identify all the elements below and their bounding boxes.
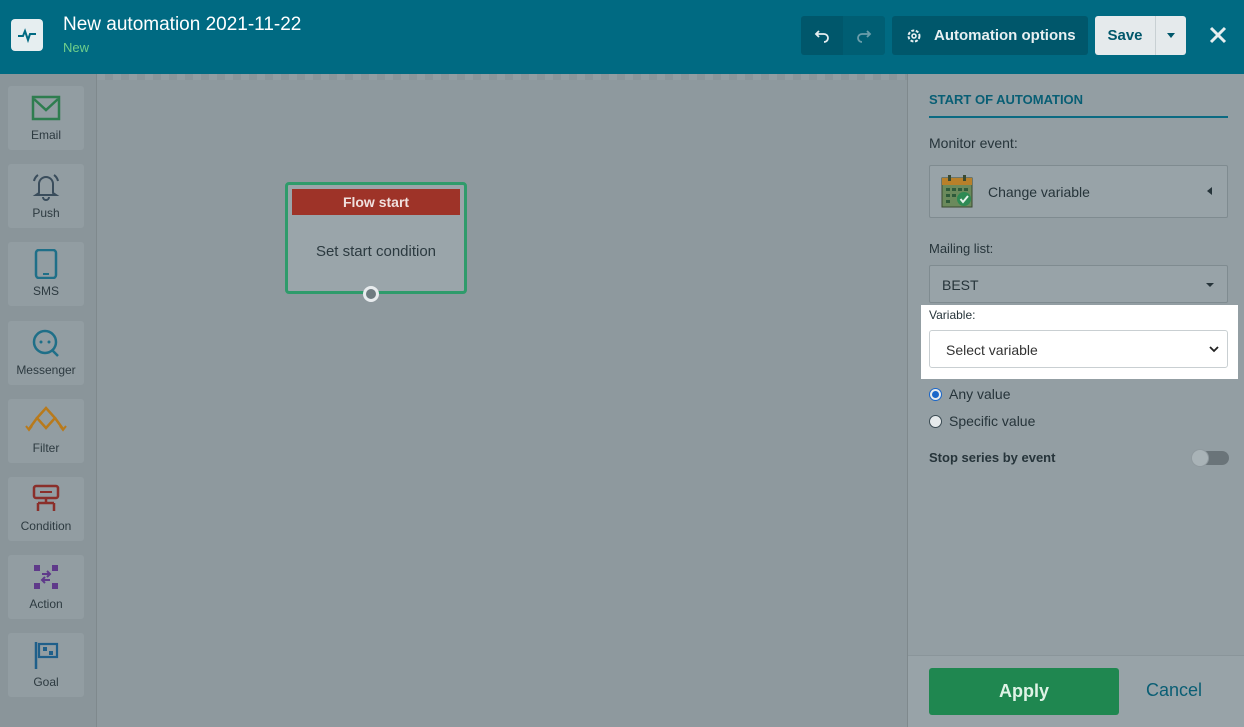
tool-label: Filter	[32, 441, 60, 455]
redo-icon	[857, 29, 872, 43]
apply-button[interactable]: Apply	[929, 668, 1119, 715]
tool-label: SMS	[32, 284, 59, 298]
tool-label: Goal	[33, 675, 59, 689]
tool-label: Email	[30, 128, 61, 142]
flow-output-port[interactable]	[363, 286, 379, 302]
tools-sidebar: Email Push SMS Messenger Filter Conditio…	[0, 74, 97, 727]
flow-start-header: Flow start	[292, 189, 460, 215]
monitor-event-select[interactable]: Change variable	[929, 165, 1228, 218]
tool-label: Action	[29, 597, 63, 611]
monitor-event-value: Change variable	[988, 184, 1090, 200]
action-icon	[8, 561, 84, 593]
close-button[interactable]	[1205, 22, 1231, 48]
stop-series-toggle[interactable]	[1191, 449, 1229, 467]
flag-icon	[8, 639, 84, 671]
phone-icon	[8, 248, 84, 280]
panel-title: START OF AUTOMATION	[929, 92, 1228, 118]
flow-start-node[interactable]: Flow start Set start condition	[285, 182, 467, 294]
chat-icon	[8, 327, 84, 359]
flow-start-body: Set start condition	[315, 243, 437, 260]
radio-any-label: Any value	[949, 386, 1011, 402]
bell-icon	[8, 170, 84, 202]
gear-icon	[906, 28, 922, 44]
caret-down-icon	[1167, 32, 1175, 38]
automation-options-label: Automation options	[934, 27, 1076, 44]
variable-select[interactable]: Select variable	[929, 330, 1228, 368]
tool-label: Messenger	[16, 363, 76, 377]
workflow-canvas[interactable]: Flow start Set start condition	[97, 74, 907, 727]
envelope-icon	[8, 92, 84, 124]
canvas-edge	[97, 74, 907, 80]
condition-icon	[8, 483, 84, 515]
tool-goal[interactable]: Goal	[8, 633, 84, 697]
radio-any-value[interactable]: Any value	[929, 386, 1010, 402]
monitor-event-label: Monitor event:	[929, 135, 1018, 151]
radio-specific-value[interactable]: Specific value	[929, 413, 1035, 429]
stop-series-label: Stop series by event	[929, 450, 1056, 465]
calendar-check-icon	[941, 175, 973, 208]
caret-left-icon	[1207, 187, 1212, 195]
caret-down-icon	[1206, 283, 1214, 287]
tool-label: Push	[32, 206, 60, 220]
mailing-list-select[interactable]: BEST	[929, 265, 1228, 303]
radio-specific-label: Specific value	[949, 413, 1036, 429]
top-bar: New automation 2021-11-22 New Automation…	[0, 0, 1244, 74]
toggle-knob	[1191, 449, 1209, 467]
close-icon	[1209, 26, 1227, 44]
save-dropdown-button[interactable]	[1155, 16, 1186, 55]
automation-options-button[interactable]: Automation options	[892, 16, 1088, 55]
mailing-list-label: Mailing list:	[929, 241, 994, 256]
undo-icon	[814, 29, 829, 43]
save-button[interactable]: Save	[1095, 16, 1155, 55]
cancel-button[interactable]: Cancel	[1146, 680, 1202, 701]
tool-push[interactable]: Push	[8, 164, 84, 228]
variable-label: Variable:	[929, 308, 976, 322]
tool-email[interactable]: Email	[8, 86, 84, 150]
tool-condition[interactable]: Condition	[8, 477, 84, 541]
tool-messenger[interactable]: Messenger	[8, 321, 84, 385]
chevron-down-icon	[1209, 346, 1219, 353]
mailing-list-value: BEST	[942, 277, 979, 293]
panel-footer: Apply Cancel	[908, 655, 1244, 727]
undo-button[interactable]	[801, 16, 843, 55]
tool-action[interactable]: Action	[8, 555, 84, 619]
tool-sms[interactable]: SMS	[8, 242, 84, 306]
automation-title[interactable]: New automation 2021-11-22	[63, 14, 301, 36]
variable-field-group: Variable: Select variable	[921, 305, 1238, 379]
filter-icon	[8, 405, 84, 437]
save-group: Save	[1095, 16, 1186, 55]
radio-button[interactable]	[929, 414, 942, 428]
tool-filter[interactable]: Filter	[8, 399, 84, 463]
tool-label: Condition	[20, 519, 72, 533]
pulse-logo-icon[interactable]	[11, 19, 43, 51]
variable-placeholder: Select variable	[946, 342, 1038, 358]
history-buttons	[801, 16, 885, 55]
status-label: New	[63, 40, 90, 55]
settings-panel: START OF AUTOMATION Monitor event: Chang…	[907, 74, 1244, 727]
radio-button[interactable]	[929, 387, 942, 401]
redo-button[interactable]	[843, 16, 885, 55]
